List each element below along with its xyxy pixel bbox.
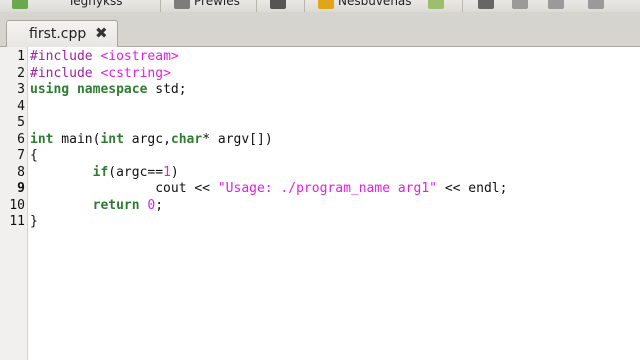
- code-line-7: {: [30, 148, 38, 163]
- toolbar-item-cut[interactable]: [478, 0, 498, 10]
- line-number: 1: [17, 49, 25, 64]
- tab-strip: first.cpp ✖: [0, 12, 640, 47]
- code-line-3: using namespace std;: [30, 82, 187, 97]
- code-editor[interactable]: 1 2 3 4 5 6 7 8 9 10 11 #include <iostre…: [0, 47, 640, 360]
- toolbar-item-label: Prewies: [194, 0, 240, 8]
- tab-label: first.cpp: [29, 26, 87, 42]
- toolbar-item-label: Nesbuvenas: [338, 0, 412, 8]
- toolbar-item-print[interactable]: Prewies: [174, 0, 240, 10]
- tab-first-cpp[interactable]: first.cpp ✖: [6, 20, 118, 47]
- disk-icon: [270, 0, 286, 9]
- line-number: 7: [17, 148, 25, 163]
- toolbar-item-copy[interactable]: [512, 0, 532, 10]
- line-number: 3: [17, 82, 25, 97]
- toolbar-item-open[interactable]: Nesbuvenas: [318, 0, 412, 10]
- code-area[interactable]: #include <iostream> #include <cstring> u…: [30, 47, 507, 262]
- copy-icon: [512, 0, 528, 9]
- toolbar-item-forward[interactable]: [428, 0, 448, 10]
- toolbar-item-paste[interactable]: [548, 0, 568, 10]
- code-line-10: return 0;: [92, 197, 164, 213]
- code-line-1: #include <iostream>: [30, 49, 179, 64]
- folder-icon: [318, 0, 334, 9]
- toolbar-separator: [462, 0, 463, 12]
- line-number: 4: [17, 98, 25, 114]
- close-icon[interactable]: ✖: [95, 24, 108, 42]
- code-line-2: #include <cstring>: [30, 65, 171, 81]
- line-number: 6: [17, 131, 25, 147]
- new-file-icon: [12, 0, 28, 9]
- scissors-icon: [478, 0, 494, 9]
- line-number: 10: [9, 197, 25, 213]
- code-line-9: cout << "Usage: ./program_name arg1" << …: [30, 181, 508, 196]
- toolbar-separator: [160, 0, 161, 12]
- toolbar-item-save[interactable]: [270, 0, 290, 10]
- toolbar-separator: [256, 0, 257, 12]
- line-number-current: 9: [17, 181, 25, 196]
- line-number: 11: [9, 214, 25, 229]
- line-number: 2: [17, 65, 25, 81]
- code-line-8: if(argc==1): [92, 164, 179, 180]
- toolbar-item-label: Tegnykss: [68, 0, 123, 8]
- line-number: 5: [17, 115, 25, 130]
- arrow-right-icon: [428, 0, 444, 9]
- printer-icon: [174, 0, 190, 9]
- paste-icon: [548, 0, 564, 9]
- line-number: 8: [17, 164, 25, 180]
- toolbar-item-new[interactable]: Tegnykss: [12, 0, 122, 10]
- toolbar-item-find[interactable]: [588, 0, 608, 10]
- find-icon: [588, 0, 604, 9]
- code-line-11: }: [30, 214, 38, 229]
- code-line-6: int main(int argc,char* argv[]): [30, 131, 273, 147]
- line-number-gutter: 1 2 3 4 5 6 7 8 9 10 11: [0, 47, 28, 360]
- toolbar-separator: [304, 0, 305, 12]
